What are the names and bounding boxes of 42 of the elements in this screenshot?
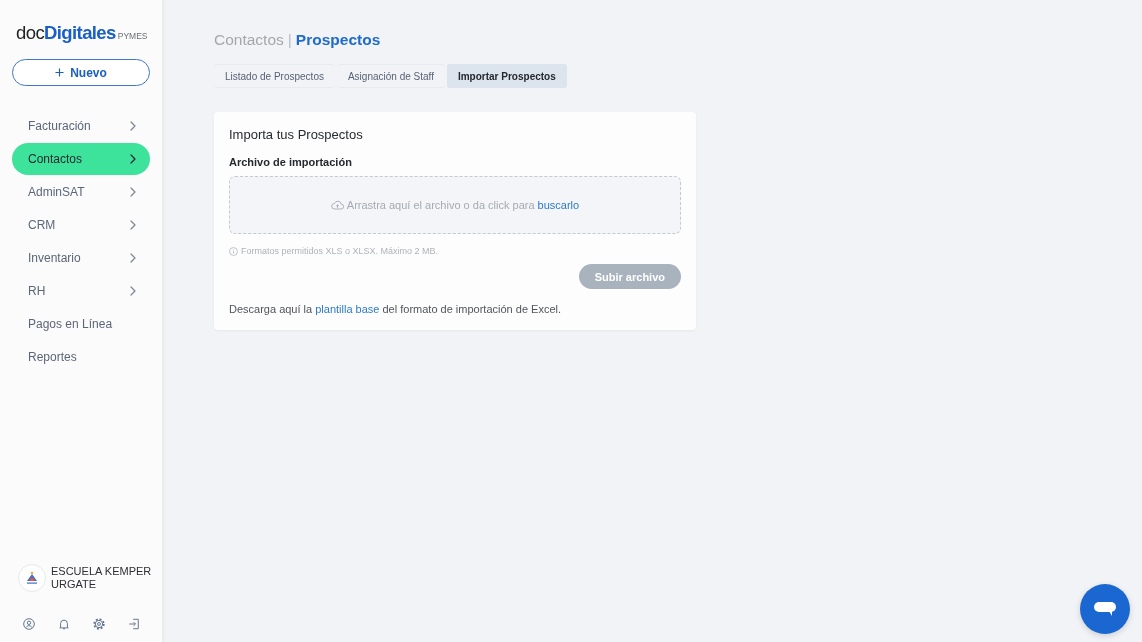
new-button[interactable]: Nuevo xyxy=(12,59,150,86)
sidebar-item[interactable]: Pagos en Línea xyxy=(12,308,150,340)
breadcrumb-separator: | xyxy=(287,30,292,50)
chevron-right-icon xyxy=(130,286,136,296)
sidebar-item[interactable]: Reportes xyxy=(12,341,150,373)
sidebar-item[interactable]: CRM xyxy=(12,209,150,241)
chevron-right-icon xyxy=(130,220,136,230)
sidebar-item[interactable]: RH xyxy=(12,275,150,307)
tab[interactable]: Importar Prospectos xyxy=(446,64,567,88)
settings-icon[interactable] xyxy=(93,618,105,630)
logout-icon[interactable] xyxy=(128,618,140,630)
user-profile-icon[interactable] xyxy=(23,618,35,630)
field-label: Archivo de importación xyxy=(229,156,353,169)
logo-suffix: PYMES xyxy=(117,31,148,41)
template-link[interactable]: plantilla base xyxy=(315,303,380,315)
template-download-note: Descarga aquí la plantilla base del formato de importación de Excel. xyxy=(229,302,563,316)
page-title: Prospectos xyxy=(295,30,381,50)
app-logo: docDigitales xyxy=(16,22,116,44)
dropzone-text: Arrastra aquí el archivo o da click para buscarlo xyxy=(346,199,580,211)
plus-icon xyxy=(55,68,65,77)
cloud-upload-icon xyxy=(330,200,344,210)
organization-logo-icon xyxy=(18,564,46,592)
chevron-right-icon xyxy=(130,121,136,131)
sidebar-item[interactable]: AdminSAT xyxy=(12,176,150,208)
info-icon xyxy=(229,246,238,256)
notification-bell-icon[interactable] xyxy=(58,618,70,630)
sidebar-item[interactable]: Facturación xyxy=(12,110,150,142)
chat-bubble-icon xyxy=(1093,601,1117,617)
chevron-right-icon xyxy=(130,154,136,164)
chevron-right-icon xyxy=(130,253,136,263)
breadcrumb-section: Contactos xyxy=(214,30,284,50)
sidebar-item[interactable]: Contactos xyxy=(12,143,150,175)
file-dropzone[interactable]: Arrastra aquí el archivo o da click para buscarlo xyxy=(229,176,681,234)
chat-button[interactable] xyxy=(1080,584,1130,634)
tab[interactable]: Asignación de Staff xyxy=(336,64,445,88)
browse-link[interactable]: buscarlo xyxy=(537,199,580,211)
card-title: Importa tus Prospectos xyxy=(229,127,364,143)
hint-text: Formatos permitidos XLS o XLSX. Máximo 2 MB. xyxy=(241,246,439,256)
sidebar-item[interactable]: Inventario xyxy=(12,242,150,274)
chevron-right-icon xyxy=(130,187,136,197)
tab[interactable]: Listado de Prospectos xyxy=(214,64,335,88)
organization-name: ESCUELA KEMPER URGATE xyxy=(51,565,153,591)
